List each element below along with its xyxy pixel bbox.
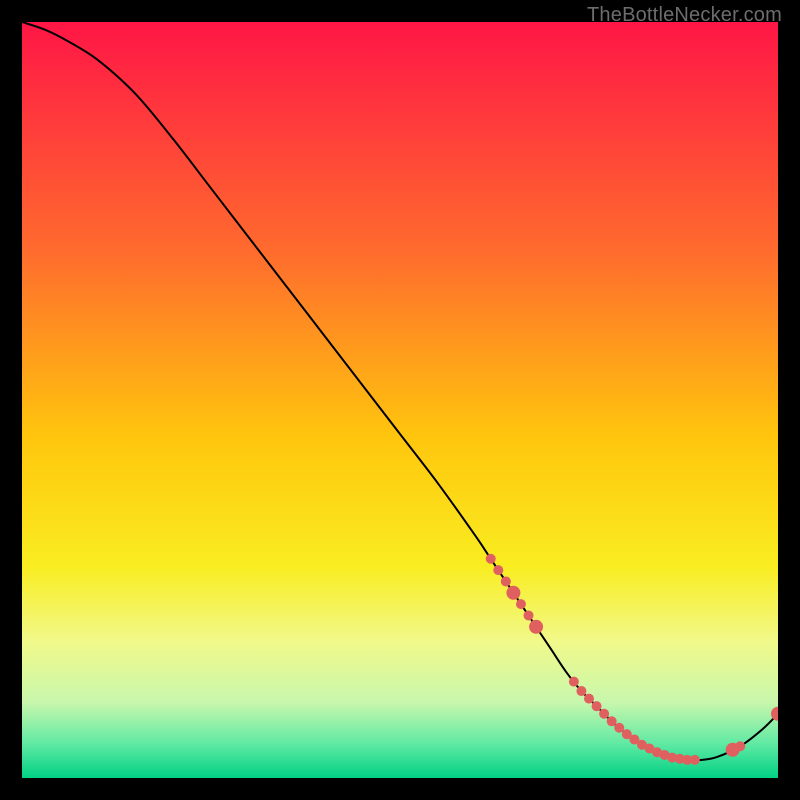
watermark-text: TheBottleNecker.com	[587, 4, 782, 27]
highlight-marker	[493, 565, 503, 575]
highlight-marker	[506, 586, 520, 600]
highlight-marker	[576, 686, 586, 696]
highlight-marker	[524, 610, 534, 620]
chart-stage: TheBottleNecker.com	[0, 0, 800, 800]
highlight-marker	[501, 576, 511, 586]
highlight-marker	[735, 741, 745, 751]
highlight-marker	[592, 701, 602, 711]
gradient-background	[22, 22, 778, 778]
highlight-marker	[516, 599, 526, 609]
chart-plot-area	[22, 22, 778, 778]
highlight-marker	[599, 709, 609, 719]
highlight-marker	[569, 677, 579, 687]
chart-svg	[22, 22, 778, 778]
highlight-marker	[529, 620, 543, 634]
highlight-marker	[486, 554, 496, 564]
highlight-marker	[614, 723, 624, 733]
highlight-marker	[690, 755, 700, 765]
highlight-marker	[607, 716, 617, 726]
highlight-marker	[584, 694, 594, 704]
